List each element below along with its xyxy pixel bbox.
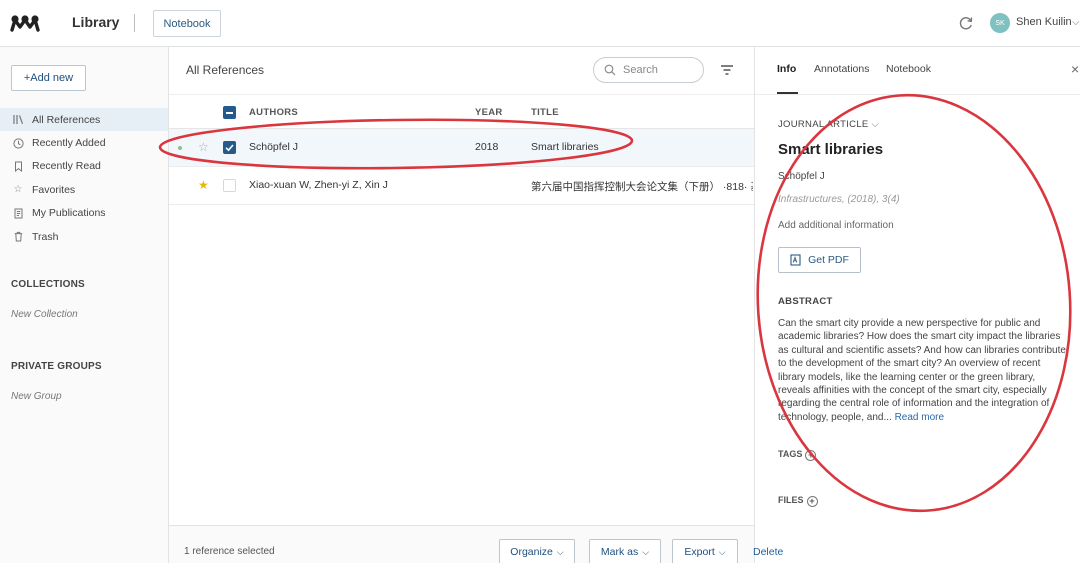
tags-heading: TAGS xyxy=(778,449,803,459)
sidebar-item-recently-read[interactable]: Recently Read xyxy=(0,155,168,178)
filter-icon[interactable] xyxy=(720,64,734,76)
document-type-label: JOURNAL ARTICLE xyxy=(778,119,869,130)
table-header: AUTHORS YEAR TITLE xyxy=(169,94,754,129)
bulk-action-bar: 1 reference selected Organize ⌵ Mark as … xyxy=(169,525,783,563)
mendeley-app: Library Notebook SK Shen Kuilin ⌵ +Add n… xyxy=(0,0,1080,563)
search-box[interactable] xyxy=(593,57,704,83)
get-pdf-label: Get PDF xyxy=(808,254,849,266)
notebook-button[interactable]: Notebook xyxy=(153,10,221,37)
organize-label: Organize xyxy=(510,546,553,558)
sidebar-item-my-publications[interactable]: My Publications xyxy=(0,202,168,225)
add-new-button[interactable]: +Add new xyxy=(11,65,86,91)
document-authors[interactable]: Schöpfel J xyxy=(778,171,825,182)
delete-button[interactable]: Delete xyxy=(753,546,783,558)
selection-count: 1 reference selected xyxy=(184,546,275,557)
new-group-link[interactable]: New Group xyxy=(11,391,62,402)
sidebar: +Add new All References Recently Added R… xyxy=(0,47,169,563)
search-icon xyxy=(604,64,616,76)
table-row[interactable]: ☆ Schöpfel J 2018 Smart libraries xyxy=(169,129,754,167)
user-name[interactable]: Shen Kuilin xyxy=(1016,16,1072,28)
sync-icon[interactable] xyxy=(956,13,976,33)
organize-button[interactable]: Organize ⌵ xyxy=(499,539,575,563)
tab-info[interactable]: Info xyxy=(777,63,796,75)
chevron-down-icon: ⌵ xyxy=(556,546,564,557)
table-row[interactable]: ★ Xiao-xuan W, Zhen-yi Z, Xin J 第六届中国指挥控… xyxy=(169,167,754,205)
sidebar-nav: All References Recently Added Recently R… xyxy=(0,108,168,248)
add-file-plus-icon[interactable]: + xyxy=(806,496,818,507)
bookmark-icon xyxy=(12,160,24,172)
sidebar-item-label: Recently Read xyxy=(32,160,101,173)
top-bar: Library Notebook SK Shen Kuilin ⌵ xyxy=(0,0,1080,47)
column-year[interactable]: YEAR xyxy=(475,107,503,118)
column-authors[interactable]: AUTHORS xyxy=(249,107,298,118)
sidebar-item-label: Trash xyxy=(32,230,59,243)
collections-heading: COLLECTIONS xyxy=(11,279,85,290)
title-divider xyxy=(134,14,135,32)
abstract-heading: ABSTRACT xyxy=(778,296,833,307)
document-title[interactable]: Smart libraries xyxy=(778,141,883,158)
document-type[interactable]: JOURNAL ARTICLE ⌵ xyxy=(778,119,879,130)
mendeley-logo-icon[interactable] xyxy=(10,13,40,33)
tabs-divider xyxy=(755,94,1080,95)
row-title: Smart libraries xyxy=(531,141,599,153)
get-pdf-button[interactable]: Get PDF xyxy=(778,247,861,273)
tab-notebook[interactable]: Notebook xyxy=(886,63,931,75)
files-section: FILES + xyxy=(778,495,818,507)
files-heading: FILES xyxy=(778,495,804,505)
app-title: Library xyxy=(72,14,120,30)
read-more-link[interactable]: Read more xyxy=(895,412,944,423)
sidebar-item-label: My Publications xyxy=(32,207,106,220)
private-groups-heading: PRIVATE GROUPS xyxy=(11,361,102,372)
sidebar-item-trash[interactable]: Trash xyxy=(0,225,168,248)
export-label: Export xyxy=(684,546,715,558)
row-checkbox[interactable] xyxy=(223,179,236,192)
library-icon xyxy=(12,114,24,126)
sidebar-item-favorites[interactable]: ☆ Favorites xyxy=(0,178,168,201)
new-collection-link[interactable]: New Collection xyxy=(11,309,78,320)
star-filled-icon[interactable]: ★ xyxy=(198,178,209,192)
tags-section: TAGS + xyxy=(778,449,817,461)
sidebar-item-label: All References xyxy=(32,113,101,126)
mark-as-button[interactable]: Mark as ⌵ xyxy=(589,539,661,563)
row-checkbox[interactable] xyxy=(223,141,236,154)
document-source[interactable]: Infrastructures, (2018), 3(4) xyxy=(778,194,900,205)
reference-list: All References AUTHORS YEAR TITLE ☆ Schö… xyxy=(169,47,754,525)
details-panel: Info Annotations Notebook × JOURNAL ARTI… xyxy=(754,47,1080,563)
row-title: 第六届中国指挥控制大会论文集（下册） ·818· 基 xyxy=(531,181,753,193)
row-authors: Schöpfel J xyxy=(249,141,299,153)
close-icon[interactable]: × xyxy=(1071,61,1079,77)
chevron-down-icon[interactable]: ⌵ xyxy=(1072,17,1080,28)
sidebar-item-recently-added[interactable]: Recently Added xyxy=(0,131,168,154)
sidebar-item-label: Favorites xyxy=(32,183,76,196)
chevron-down-icon: ⌵ xyxy=(718,546,726,557)
chevron-down-icon: ⌵ xyxy=(642,546,650,557)
select-all-checkbox[interactable] xyxy=(223,106,236,119)
unread-dot-icon xyxy=(178,146,182,150)
star-icon: ☆ xyxy=(13,184,23,196)
chevron-down-icon: ⌵ xyxy=(871,119,880,130)
export-button[interactable]: Export ⌵ xyxy=(672,539,738,563)
list-title: All References xyxy=(186,63,265,77)
sidebar-item-label: Recently Added xyxy=(32,137,106,150)
mark-as-label: Mark as xyxy=(600,546,639,558)
column-title[interactable]: TITLE xyxy=(531,107,559,118)
avatar[interactable]: SK xyxy=(990,13,1010,33)
clock-icon xyxy=(12,137,24,149)
add-additional-info-link[interactable]: Add additional information xyxy=(778,220,894,231)
row-year: 2018 xyxy=(475,141,499,153)
abstract-body: Can the smart city provide a new perspec… xyxy=(778,318,1066,423)
sidebar-item-all-references[interactable]: All References xyxy=(0,108,168,132)
abstract-text: Can the smart city provide a new perspec… xyxy=(778,317,1070,424)
trash-icon xyxy=(12,231,24,243)
add-tag-plus-icon[interactable]: + xyxy=(805,450,817,461)
row-authors: Xiao-xuan W, Zhen-yi Z, Xin J xyxy=(249,179,388,191)
publications-icon xyxy=(12,207,24,219)
search-input[interactable] xyxy=(623,64,693,76)
pdf-icon xyxy=(790,254,801,266)
star-outline-icon[interactable]: ☆ xyxy=(198,140,209,154)
tab-annotations[interactable]: Annotations xyxy=(814,63,869,75)
